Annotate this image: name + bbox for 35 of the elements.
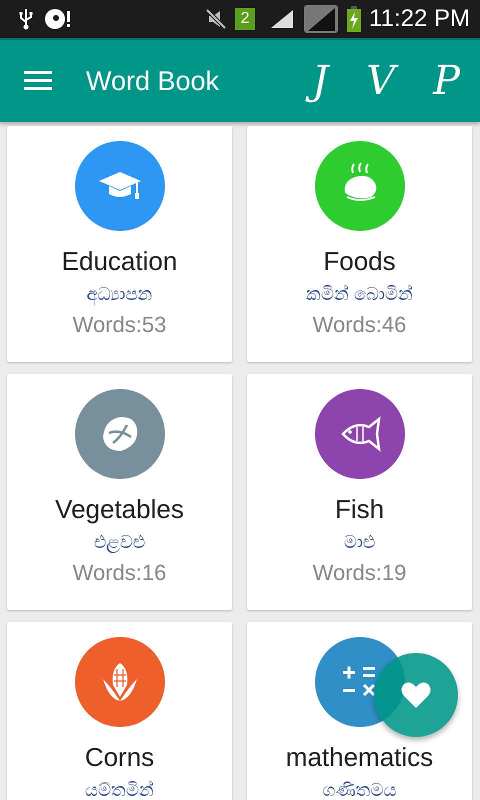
word-count: Words:19 [312, 559, 406, 587]
battery-icon [347, 6, 362, 32]
usb-icon [18, 8, 34, 30]
category-card[interactable]: Corns යම්තමින් [7, 622, 232, 800]
category-title: mathematics [286, 741, 434, 773]
signal-icon [269, 8, 296, 30]
word-count: Words:16 [72, 559, 166, 587]
category-translation: මාළු [344, 531, 375, 554]
mute-icon [205, 8, 228, 30]
category-card[interactable]: Foods කමින් බොමින් Words:46 [247, 126, 472, 362]
sim-badge: 2 [235, 8, 256, 30]
word-count: Words:46 [312, 311, 406, 339]
app-title: Word Book [86, 66, 220, 96]
category-title: Foods [323, 245, 396, 277]
category-translation: කමින් බොමින් [306, 283, 413, 306]
category-card[interactable]: Vegetables එළවළු Words:16 [7, 374, 232, 610]
category-translation: ගණිතමය [322, 779, 396, 800]
category-translation: යම්තමින් [85, 779, 154, 800]
letter-button[interactable]: V [360, 57, 402, 105]
category-translation: එළවළු [94, 531, 145, 555]
letter-button[interactable]: P [427, 57, 466, 105]
category-card[interactable]: Fish මාළු Words:19 [247, 374, 472, 610]
category-card[interactable]: Education අධ්‍යාපන Words:53 [7, 126, 232, 362]
letter-button[interactable]: J [306, 57, 334, 105]
word-count: Words:53 [72, 311, 166, 339]
signal-icon [303, 4, 340, 34]
category-title: Vegetables [55, 493, 184, 525]
disc-alert-icon [44, 8, 72, 30]
clock-time: 11:22 PM [369, 5, 470, 33]
category-title: Corns [84, 741, 154, 773]
category-translation: අධ්‍යාපන [86, 283, 152, 307]
category-title: Fish [334, 493, 384, 525]
menu-button[interactable] [24, 70, 54, 92]
heart-icon [401, 681, 431, 709]
category-title: Education [62, 245, 178, 277]
